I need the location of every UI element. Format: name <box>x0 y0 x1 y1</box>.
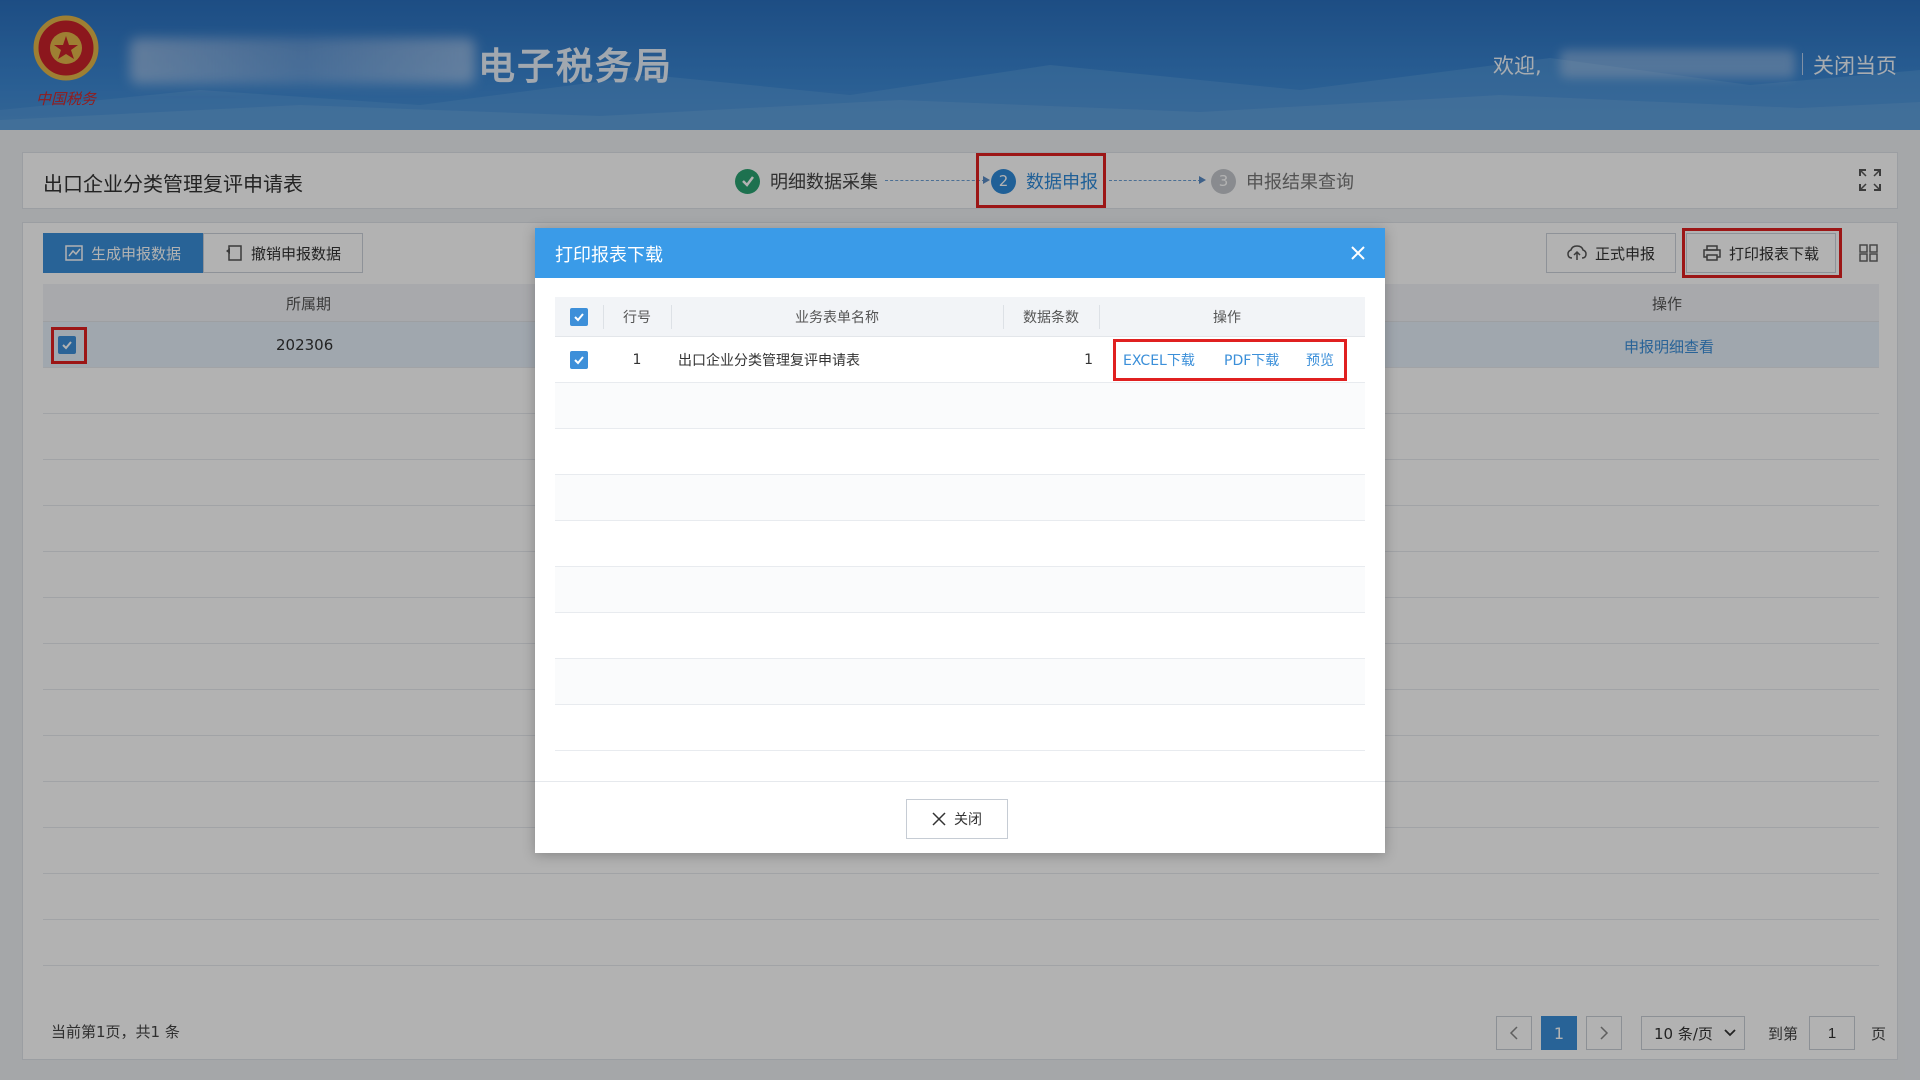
column-operations: 操作 <box>1213 309 1241 326</box>
form-name: 出口企业分类管理复评申请表 <box>678 352 860 369</box>
report-row-empty <box>555 705 1365 751</box>
report-table-header: 行号 业务表单名称 数据条数 操作 <box>555 297 1365 337</box>
report-row-empty <box>555 521 1365 567</box>
dialog-footer: 关闭 <box>535 781 1385 853</box>
report-row-empty <box>555 567 1365 613</box>
header-checkbox-cell <box>555 297 603 336</box>
report-row-empty <box>555 475 1365 521</box>
close-icon[interactable] <box>1347 242 1369 264</box>
print-download-dialog: 打印报表下载 行号 业务表单名称 数据条数 操作 1 出口企业分类管理复评申请表… <box>535 228 1385 853</box>
column-row-no: 行号 <box>623 309 651 326</box>
report-row-empty <box>555 383 1365 429</box>
close-dialog-button[interactable]: 关闭 <box>906 799 1008 839</box>
row-checkbox-cell <box>555 337 603 382</box>
dialog-header: 打印报表下载 <box>535 228 1385 278</box>
row-number: 1 <box>632 351 642 368</box>
dialog-title: 打印报表下载 <box>555 245 663 266</box>
column-form-name: 业务表单名称 <box>795 309 879 326</box>
report-row-empty <box>555 659 1365 705</box>
report-row-empty <box>555 429 1365 475</box>
row-checkbox[interactable] <box>570 350 588 369</box>
report-row-empty <box>555 613 1365 659</box>
select-all-checkbox[interactable] <box>570 307 588 326</box>
column-record-count: 数据条数 <box>1023 309 1079 326</box>
close-icon <box>932 812 946 826</box>
record-count: 1 <box>1084 351 1093 368</box>
highlight-box <box>1113 339 1347 381</box>
